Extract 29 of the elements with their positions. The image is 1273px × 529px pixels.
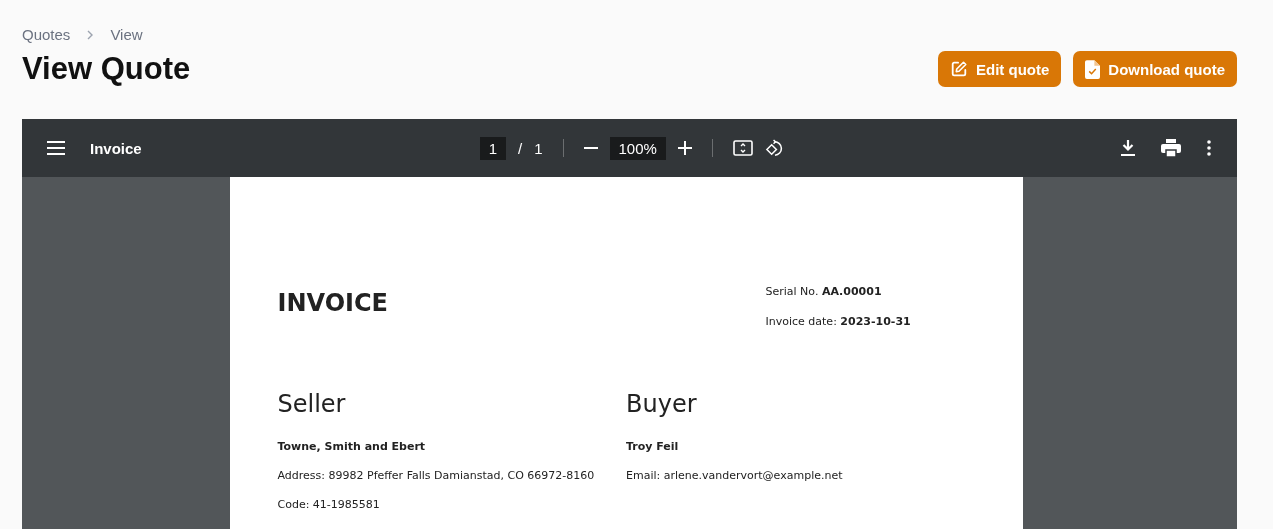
invoice-heading: INVOICE xyxy=(277,289,388,319)
more-options-icon[interactable] xyxy=(1207,140,1211,156)
party-detail: Code: 41-1985581 xyxy=(277,498,381,511)
zoom-in-icon[interactable] xyxy=(677,141,692,155)
page-separator: / xyxy=(518,139,523,157)
print-icon[interactable] xyxy=(1161,139,1181,157)
download-icon[interactable] xyxy=(1121,140,1135,156)
edit-quote-button[interactable]: Edit quote xyxy=(938,51,1062,87)
party-detail: Email: arlene.vandervort@example.net xyxy=(626,469,844,482)
party-heading: Seller xyxy=(277,390,347,418)
party-detail: Address: 89982 Pfeffer Falls Damianstad, CO 66972-8160 xyxy=(277,469,596,482)
menu-icon[interactable] xyxy=(47,141,65,155)
page-title: View Quote xyxy=(22,51,191,87)
party-name: Troy Feil xyxy=(626,440,680,453)
page-total: 1 xyxy=(534,139,543,157)
document-check-icon xyxy=(1085,59,1101,79)
fit-page-icon[interactable] xyxy=(732,140,753,156)
invoice-meta-text: Invoice date: 2023-10-31 xyxy=(765,315,912,328)
rotate-icon[interactable] xyxy=(764,138,784,158)
page-number-field[interactable]: 1 xyxy=(480,136,506,160)
invoice-meta-text: Serial No. AA.00001 xyxy=(765,285,883,298)
download-quote-button[interactable]: Download quote xyxy=(1073,51,1237,87)
breadcrumb-link[interactable]: Quotes xyxy=(22,26,71,43)
breadcrumb-link[interactable]: View xyxy=(110,26,143,43)
edit-icon xyxy=(950,60,968,78)
party-heading: Buyer xyxy=(626,390,698,418)
party-name: Towne, Smith and Ebert xyxy=(277,440,427,453)
zoom-field[interactable]: 100% xyxy=(609,136,666,160)
document-title: Invoice xyxy=(90,139,142,157)
